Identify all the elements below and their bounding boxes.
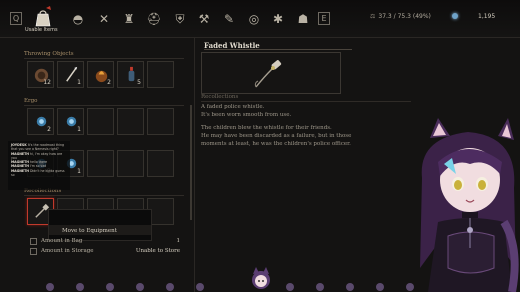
prev-tab-key[interactable]: Q <box>10 12 22 25</box>
inventory-slot-empty[interactable] <box>87 150 114 177</box>
weight-readout: ⚖ 37.3 / 75.3 (49%) <box>370 13 431 20</box>
amount-in-storage-label: Amount in Storage <box>41 248 94 254</box>
skull-icon[interactable]: ☗ <box>295 11 311 27</box>
storage-small-icon <box>30 248 37 255</box>
description-line: moments at least, he was the children's … <box>201 141 351 147</box>
section-throwing-objects: Throwing Objects <box>24 51 74 57</box>
hammer-icon[interactable]: ⚒ <box>196 11 212 27</box>
section-divider <box>24 58 184 59</box>
feather-icon[interactable]: ✎ <box>221 11 237 27</box>
shield-icon[interactable]: ⛨ <box>172 11 188 27</box>
active-tab-label: Usable Items <box>25 27 58 33</box>
inventory-slot-empty[interactable] <box>147 150 174 177</box>
ergo-soul-icon <box>452 13 458 19</box>
section-ergo: Ergo <box>24 98 38 104</box>
inventory-slot[interactable]: 2 <box>87 61 114 88</box>
recollections-divider <box>201 101 411 102</box>
ergo-counter: 1,195 <box>452 13 495 20</box>
ring-icon[interactable]: ◎ <box>246 11 262 27</box>
stream-chat-overlay: JOYDESK It's the roadmost thing that you… <box>8 141 70 190</box>
amount-in-storage-value: Unable to Store <box>135 248 180 254</box>
inventory-slot-empty[interactable] <box>147 61 174 88</box>
inventory-slot[interactable]: 1 <box>57 108 84 135</box>
amount-in-bag-value: 1 <box>176 238 181 244</box>
next-tab-key[interactable]: E <box>318 12 330 25</box>
inventory-slot[interactable]: 12 <box>27 61 54 88</box>
chat-message: JOYDESK It's the roadmost thing that you… <box>11 143 65 152</box>
whistle-icon <box>254 60 282 88</box>
amount-in-storage-row: Amount in Storage Unable to Store <box>30 247 182 257</box>
panel-separator <box>194 38 195 292</box>
top-menu-bar: Q Usable Items ◓ ✕ ♜ ⛑ ⛨ ⚒ ✎ ◎ ✱ ☗ E ⚖ 37… <box>0 0 520 38</box>
inventory-slot-empty[interactable] <box>117 108 144 135</box>
inventory-slot[interactable]: 2 <box>27 108 54 135</box>
description-line: It's been worn smooth from use. <box>201 112 292 118</box>
description-line: He may have been discarded as a failure,… <box>201 133 352 139</box>
section-divider <box>24 105 184 106</box>
description-line: A faded police whistle. <box>201 104 265 110</box>
bag-small-icon <box>30 238 37 245</box>
helmet-icon[interactable]: ⛑ <box>146 11 162 27</box>
armor-icon[interactable]: ♜ <box>121 11 137 27</box>
streamer-avatar <box>420 118 519 292</box>
amount-in-bag-label: Amount in Bag <box>41 238 83 244</box>
section-divider <box>24 195 184 196</box>
horn-icon[interactable]: ◓ <box>70 11 86 27</box>
chat-message: MAGNETH hi, I'm okay how are you <box>11 151 63 160</box>
title-underline <box>204 49 352 50</box>
inventory-slot-empty[interactable] <box>147 108 174 135</box>
swords-icon[interactable]: ✕ <box>96 11 112 27</box>
inventory-slot[interactable]: 5 <box>117 61 144 88</box>
move-to-equipment-option[interactable]: Move to Equipment <box>62 228 117 234</box>
chat-message: MAGNETH Didn't he kinda guess so <box>11 168 65 178</box>
recollections-label: Recollections <box>201 94 239 100</box>
bug-icon[interactable]: ✱ <box>270 11 286 27</box>
item-preview-box <box>201 52 341 94</box>
ergo-value: 1,195 <box>478 13 496 20</box>
inventory-slot-empty[interactable] <box>87 108 114 135</box>
weight-icon: ⚖ <box>370 13 376 20</box>
weight-value: 37.3 / 75.3 (49%) <box>378 13 431 20</box>
amount-in-bag-row: Amount in Bag 1 <box>30 237 182 247</box>
inventory-scrollbar[interactable] <box>190 105 192 220</box>
inventory-slot[interactable]: 1 <box>57 61 84 88</box>
description-line: The children blew the whistle for their … <box>201 125 332 131</box>
emote-strip <box>46 283 414 291</box>
inventory-slot-empty[interactable] <box>117 150 144 177</box>
